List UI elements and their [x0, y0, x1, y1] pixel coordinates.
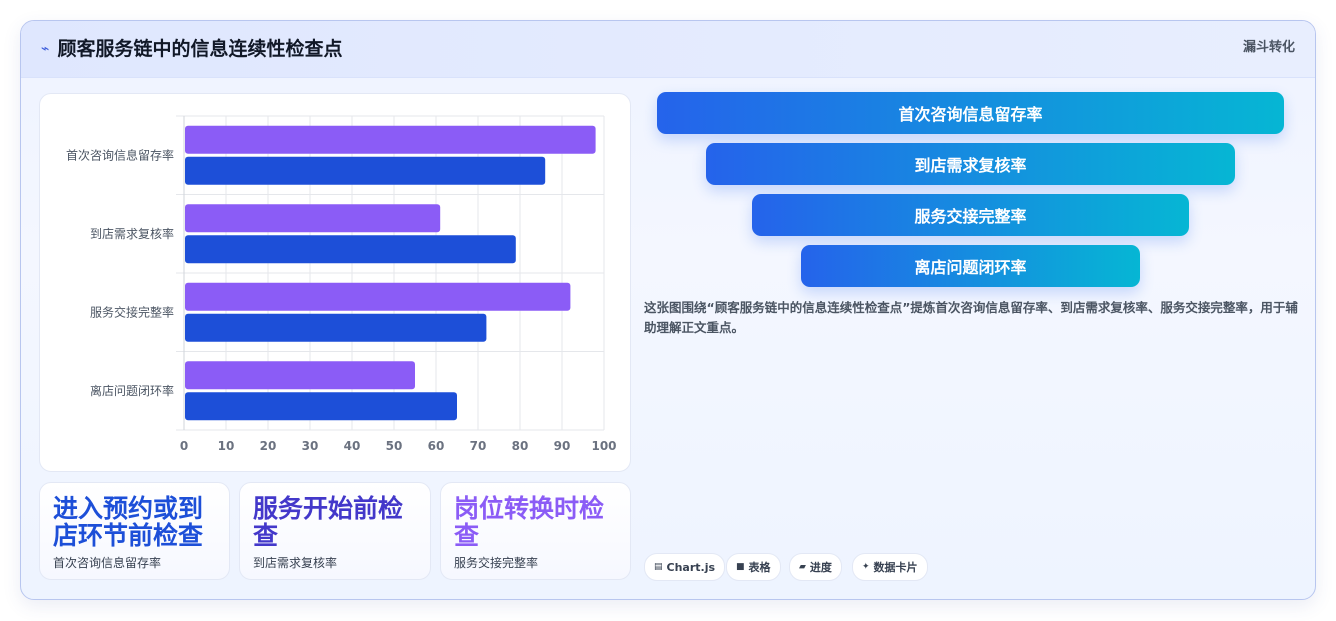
x-tick-label: 30 [302, 439, 319, 453]
pill-chartjs[interactable]: ▤ Chart.js [644, 553, 726, 581]
kpi-label-3: 服务交接完整率 [454, 556, 539, 570]
pill-table[interactable]: ■ 表格 [726, 553, 781, 581]
funnel-step-label: 离店问题闭环率 [914, 258, 1027, 277]
funnel-step-label: 首次咨询信息留存率 [898, 105, 1043, 124]
kpi-card-1: 进入预约或到店环节前检查 首次咨询信息留存率 [39, 482, 230, 580]
wave-icon: ⌁ [41, 41, 50, 57]
x-tick-label: 80 [512, 439, 529, 453]
x-tick-label: 20 [260, 439, 277, 453]
kpi-value-1: 进入预约或到店环节前检查 [53, 494, 204, 550]
funnel-step-2: 到店需求复核率 [706, 143, 1235, 185]
pill-label: 数据卡片 [873, 561, 918, 574]
chart-icon: ▤ [654, 562, 663, 572]
x-tick-label: 100 [591, 439, 616, 453]
funnel-step-3: 服务交接完整率 [752, 194, 1189, 236]
kpi-value-2: 服务开始前检查 [253, 494, 404, 550]
kpi-value-3: 岗位转换时检查 [454, 494, 605, 550]
progress-icon: ▰ [799, 562, 806, 572]
y-tick-label: 服务交接完整率 [90, 304, 174, 319]
bar-series-2 [185, 156, 546, 185]
y-tick-label: 到店需求复核率 [90, 226, 174, 241]
header-bar: ⌁ 顾客服务链中的信息连续性检查点 漏斗转化 [21, 21, 1315, 78]
page-title: 顾客服务链中的信息连续性检查点 [57, 38, 343, 60]
chart-card: 0 10 20 30 40 50 60 70 80 90 100 首次咨询信息留存率到店需求复核率 服务… [39, 93, 631, 472]
bar-series-1 [185, 361, 415, 390]
kpi-card-3: 岗位转换时检查 服务交接完整率 [440, 482, 631, 580]
bar-series-1 [185, 282, 571, 311]
chart-type-tag: 漏斗转化 [1242, 40, 1295, 55]
sparkle-icon: ✦ [862, 562, 870, 572]
x-tick-label: 90 [554, 439, 571, 453]
pill-label: 进度 [809, 561, 832, 574]
funnel-step-label: 服务交接完整率 [914, 207, 1027, 226]
x-tick-label: 0 [180, 439, 188, 453]
kpi-label-1: 首次咨询信息留存率 [53, 556, 162, 570]
chart-description: 这张图围绕“顾客服务链中的信息连续性检查点”提炼首次咨询信息留存率、到店需求复核… [644, 300, 1298, 335]
pill-data-card[interactable]: ✦ 数据卡片 [852, 553, 928, 581]
table-icon: ■ [736, 562, 745, 572]
x-tick-label: 50 [386, 439, 403, 453]
x-tick-label: 70 [470, 439, 487, 453]
funnel-step-1: 首次咨询信息留存率 [657, 92, 1284, 134]
funnel-step-label: 到店需求复核率 [914, 156, 1027, 175]
pill-label: Chart.js [666, 560, 716, 574]
y-tick-label: 首次咨询信息留存率 [66, 147, 174, 162]
bar-series-2 [185, 235, 516, 264]
kpi-card-2: 服务开始前检查 到店需求复核率 [239, 482, 431, 580]
bar-series-1 [185, 204, 441, 233]
dashboard-card: ⌁ 顾客服务链中的信息连续性检查点 漏斗转化 0 10 20 30 40 50 60 70 80… [20, 20, 1316, 600]
kpi-label-2: 到店需求复核率 [253, 556, 338, 570]
bar-series-1 [185, 125, 596, 154]
y-tick-label: 离店问题闭环率 [90, 383, 174, 398]
x-tick-label: 60 [428, 439, 445, 453]
pill-progress[interactable]: ▰ 进度 [789, 553, 842, 581]
pill-label: 表格 [748, 561, 771, 574]
bar-series-2 [185, 392, 457, 421]
bar-chart: 0 10 20 30 40 50 60 70 80 90 100 首次咨询信息留存率到店需求复核率服务… [66, 115, 617, 453]
bar-series-2 [185, 313, 487, 342]
x-tick-label: 40 [344, 439, 361, 453]
funnel-step-4: 离店问题闭环率 [801, 245, 1140, 287]
x-tick-label: 10 [218, 439, 235, 453]
